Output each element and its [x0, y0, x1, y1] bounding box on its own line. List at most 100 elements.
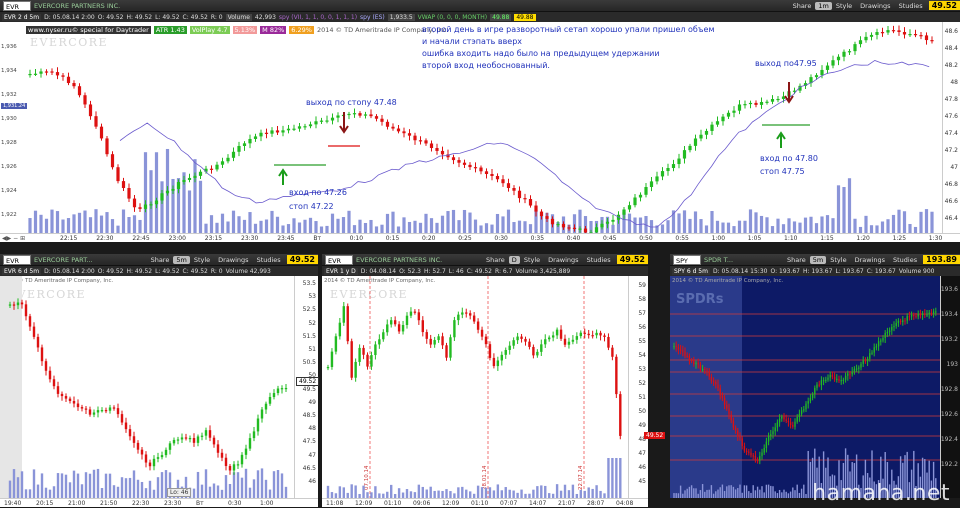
volume-bar: [504, 487, 507, 498]
study2-value: 1,933.5: [387, 13, 415, 21]
volume-bar: [48, 489, 52, 498]
volume-bar: [803, 484, 805, 498]
candle-body: [99, 126, 104, 139]
candle-body: [924, 313, 926, 315]
volume-bar: [88, 217, 93, 233]
p3-symbol-field[interactable]: SPY: [673, 254, 701, 265]
studies-button[interactable]: Studies: [897, 2, 925, 10]
volume-bar: [741, 492, 743, 498]
p1-period[interactable]: 5m: [173, 255, 190, 264]
p3-price-axis: 193.6 193.4 193.2 193 192.8 192.6 192.4 192.2: [940, 276, 960, 498]
candle-body: [908, 34, 912, 36]
volume-bar: [39, 214, 43, 233]
candle-body: [198, 171, 203, 176]
candle-body: [148, 462, 152, 467]
volume-bar: [16, 477, 20, 498]
p3-share-button[interactable]: Share: [785, 256, 808, 264]
p2-symbol-field[interactable]: EVR: [325, 254, 353, 265]
period-selector[interactable]: 1m: [815, 1, 832, 10]
volume-bar: [451, 209, 456, 233]
volume-bar: [468, 212, 472, 233]
volume-bar: [721, 222, 725, 233]
p2-time-tick: 21:07: [558, 500, 576, 507]
candle-body: [875, 32, 879, 35]
p2-drawings-button[interactable]: Drawings: [546, 256, 580, 264]
candle-body: [728, 408, 730, 415]
top-chart-area[interactable]: www.nyser.ru© special for Daytrader ATR …: [0, 22, 942, 233]
volume-bar: [424, 213, 428, 233]
candle-body: [578, 228, 582, 230]
candle-body: [457, 314, 460, 321]
volume-bar: [136, 479, 140, 498]
candle-body: [858, 40, 863, 45]
share-button[interactable]: Share: [791, 2, 814, 10]
p1-axis-tick: 50.5: [302, 359, 316, 367]
candle-body: [800, 410, 803, 414]
volume-bar: [240, 477, 244, 498]
zoom-controls[interactable]: ◀▶ − ⊞: [2, 235, 25, 242]
candle-body: [80, 407, 84, 409]
p3-period[interactable]: 5m: [809, 255, 827, 264]
symbol-field[interactable]: EVR: [3, 0, 31, 11]
p2-chart-area[interactable]: 2014 © TD Ameritrade IP Company, Inc. EV…: [322, 276, 628, 498]
candle-body: [858, 367, 860, 369]
volume-bar: [809, 461, 812, 498]
p2-axis-tick: 55: [638, 338, 646, 345]
candle-body: [847, 373, 849, 376]
drawings-button[interactable]: Drawings: [858, 2, 892, 10]
p3-axis-tick: 193.2: [940, 336, 958, 343]
volume-bar: [820, 216, 824, 233]
p3-style-button[interactable]: Style: [828, 256, 848, 264]
volume-bar: [33, 210, 38, 233]
candle-body: [866, 358, 869, 362]
volume-bar: [789, 491, 792, 498]
p1-style-button[interactable]: Style: [192, 256, 212, 264]
right-axis-tick: 47.2: [944, 147, 958, 154]
entry1-arrow: [278, 168, 288, 185]
candle-body: [765, 101, 769, 103]
p2-studies-button[interactable]: Studies: [585, 256, 613, 264]
p1-symbol-field[interactable]: EVR: [3, 254, 31, 265]
candle-body: [172, 439, 176, 444]
volume-bar: [649, 220, 654, 233]
p2-period[interactable]: D: [508, 255, 520, 264]
candle-body: [880, 340, 882, 342]
volume-bar: [520, 489, 523, 498]
candle-body: [272, 393, 276, 398]
study-label: spy (VII, 1, 1, 0, 0, 1, 1, 1): [278, 13, 358, 21]
p1-share-button[interactable]: Share: [149, 256, 172, 264]
candle-body: [897, 320, 900, 324]
p1-studies-button[interactable]: Studies: [255, 256, 283, 264]
right-axis-tick: 48.4: [944, 45, 958, 52]
candle-body: [393, 320, 397, 325]
candle-body: [347, 113, 351, 116]
candle-body: [429, 143, 434, 149]
candle-body: [437, 336, 440, 341]
p1-drawings-button[interactable]: Drawings: [216, 256, 250, 264]
candle-body: [476, 321, 480, 330]
volume-bar: [99, 215, 104, 233]
p3-drawings-button[interactable]: Drawings: [853, 256, 887, 264]
p3-chart-area[interactable]: 2014 © TD Ameritrade IP Company, Inc. SP…: [670, 276, 940, 498]
volume-bar: [132, 470, 136, 498]
p1-chart-area[interactable]: 2014 © TD Ameritrade IP Company, Inc. EV…: [0, 276, 294, 498]
volume-bar: [673, 493, 675, 498]
p2-style-button[interactable]: Style: [522, 256, 542, 264]
candle-body: [286, 128, 291, 131]
p3-studies-button[interactable]: Studies: [891, 256, 919, 264]
time-tick: 0:10: [349, 235, 364, 242]
candle-body: [884, 332, 886, 339]
time-tick: 23:00: [168, 235, 186, 242]
top-chart-toolbar: EVR EVERCORE PARTNERS INC. Share 1m Styl…: [0, 0, 960, 12]
left-axis-tick: 1,922: [1, 212, 17, 218]
volume-bar: [567, 490, 571, 498]
volume-bar: [501, 216, 505, 233]
candle-body: [715, 121, 720, 125]
volume-bar: [794, 490, 796, 498]
p2-share-button[interactable]: Share: [484, 256, 507, 264]
time-tick: 1:20: [856, 235, 870, 242]
candle-body: [314, 121, 318, 125]
volume-bar: [369, 219, 373, 233]
style-button[interactable]: Style: [834, 2, 854, 10]
candle-body: [660, 171, 665, 177]
